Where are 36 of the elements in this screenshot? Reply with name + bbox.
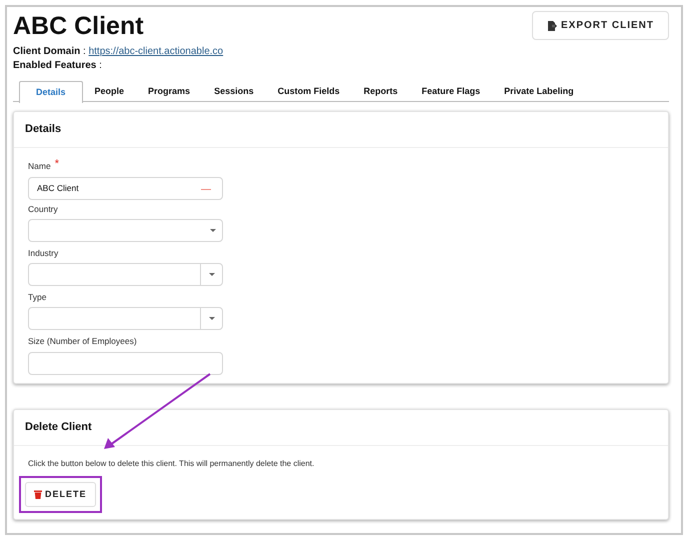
client-domain-link[interactable]: https://abc-client.actionable.co [88, 46, 224, 57]
validation-mark [201, 189, 211, 190]
delete-button[interactable]: DELETE [25, 482, 96, 508]
enabled-features-label: Enabled Features [13, 60, 96, 71]
tab[interactable]: People [82, 81, 136, 102]
separator: : [83, 46, 86, 57]
field-label: Size (Number of Employees) [28, 334, 137, 348]
tab[interactable]: Reports [352, 81, 410, 102]
dropdown-field[interactable] [28, 219, 223, 242]
field-label: Country [28, 203, 58, 216]
tab[interactable]: Feature Flags [410, 81, 492, 102]
tab[interactable]: Sessions [202, 81, 266, 102]
tab[interactable]: Private Labeling [492, 81, 586, 102]
field-label: Name [28, 160, 51, 172]
separator: : [99, 60, 102, 71]
export-icon [546, 20, 557, 30]
text-field[interactable]: ABC Client [28, 176, 223, 200]
required-mark: * [54, 160, 59, 172]
field-label: Industry [28, 247, 58, 260]
trash-icon [34, 490, 42, 499]
export-client-button[interactable]: EXPORT CLIENT [532, 11, 669, 40]
tab[interactable]: Programs [136, 81, 202, 102]
tab[interactable]: Custom Fields [266, 81, 352, 102]
caret-icon [210, 229, 216, 232]
dropdown-field[interactable] [28, 262, 223, 286]
text-field[interactable] [28, 352, 223, 375]
tab[interactable]: Details [19, 81, 83, 103]
dropdown-field[interactable] [28, 306, 223, 330]
delete-description: Click the button below to delete this client. This will permanently delete the client. [28, 458, 316, 470]
caret-icon [208, 272, 214, 276]
card-title: Delete Client [14, 410, 668, 446]
caret-icon [208, 316, 214, 320]
card-title: Details [14, 112, 668, 148]
page-title: ABC Client [13, 11, 144, 41]
client-domain-label: Client Domain [13, 46, 80, 57]
field-label: Type [28, 290, 46, 304]
